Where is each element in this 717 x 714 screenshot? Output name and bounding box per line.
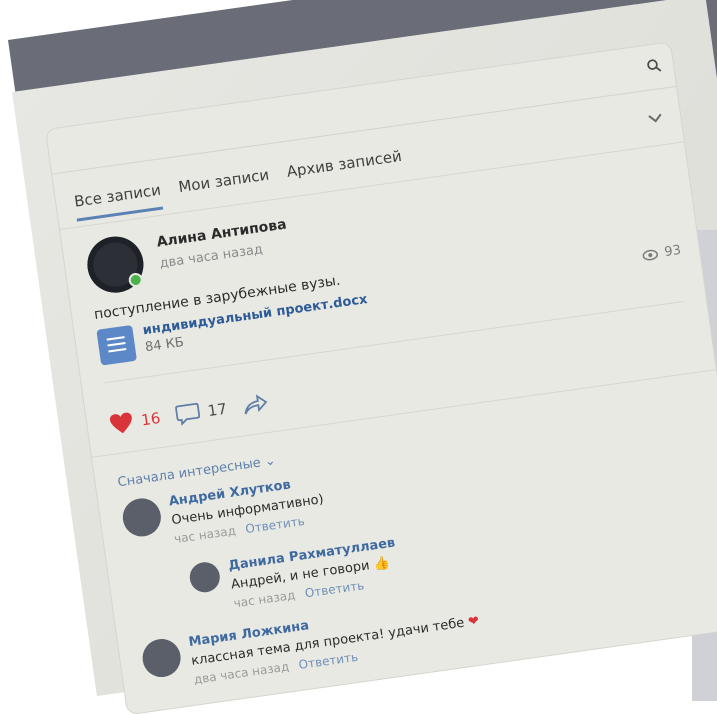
- share-icon: [244, 394, 268, 415]
- like-button[interactable]: 16: [108, 407, 162, 436]
- author-avatar[interactable]: [83, 233, 148, 297]
- commenter-avatar[interactable]: [140, 636, 184, 680]
- comment-reply-item: Данила Рахматуллаев Андрей, и не говори …: [187, 536, 401, 616]
- comment-item: Мария Ложкина классная тема для проекта!…: [140, 595, 483, 694]
- document-icon: [96, 324, 137, 366]
- comment-icon: [175, 402, 201, 426]
- chevron-down-icon[interactable]: [648, 112, 663, 124]
- likes-count: 16: [140, 408, 162, 430]
- views-count: 93: [663, 242, 682, 261]
- comment-time[interactable]: час назад: [233, 588, 296, 611]
- share-button[interactable]: [241, 393, 270, 416]
- post-actions: 16 17: [108, 392, 270, 436]
- commenter-avatar[interactable]: [187, 560, 222, 595]
- tab-archive[interactable]: Архив записей: [286, 147, 405, 192]
- comment-time[interactable]: час назад: [173, 524, 236, 547]
- comment-button[interactable]: 17: [175, 398, 229, 427]
- heart-icon: [109, 412, 132, 434]
- online-indicator: [127, 272, 144, 288]
- reply-button[interactable]: Ответить: [244, 514, 305, 536]
- eye-icon: [642, 249, 659, 260]
- search-icon[interactable]: [646, 58, 662, 74]
- reply-button[interactable]: Ответить: [298, 650, 359, 672]
- chevron-down-icon: ⌄: [263, 453, 277, 470]
- views: 93: [642, 243, 682, 263]
- emoji-icon: 👍: [372, 555, 391, 573]
- comments-count: 17: [206, 399, 228, 421]
- heart-emoji-icon: ❤: [467, 613, 481, 630]
- commenter-avatar[interactable]: [120, 495, 164, 539]
- wall-card: Все записи Мои записи Архив записей Алин…: [46, 42, 717, 714]
- reply-button[interactable]: Ответить: [304, 578, 365, 600]
